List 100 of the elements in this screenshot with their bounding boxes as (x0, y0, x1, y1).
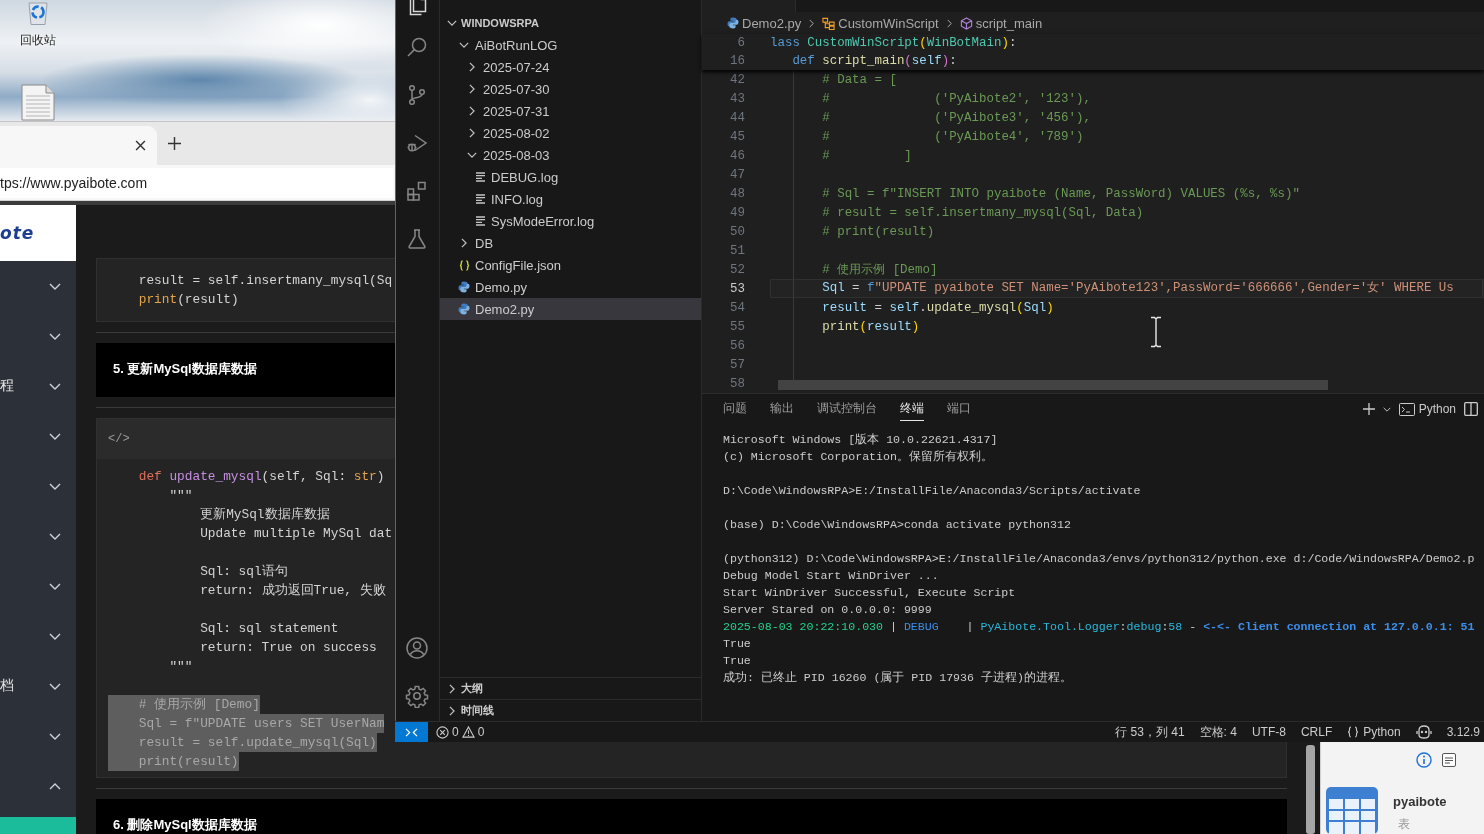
table-name[interactable]: pyaibote (1393, 794, 1447, 810)
code-line: print(result) (137, 291, 239, 309)
line-number: 51 (730, 243, 745, 258)
tree-item[interactable]: 2025-08-03 (440, 144, 701, 166)
chevron-down-icon[interactable] (49, 732, 61, 740)
tree-item[interactable]: Demo2.py (440, 298, 701, 320)
panel-tab[interactable]: 端口 (947, 397, 971, 421)
status-item[interactable]: 空格: 4 (1199, 723, 1237, 741)
flask-icon[interactable] (405, 227, 429, 251)
chevron-down-icon[interactable] (49, 582, 61, 590)
chevron-down-icon[interactable] (49, 332, 61, 340)
chevron-down-icon[interactable] (49, 532, 61, 540)
code-line: # result = self.insertmany_mysql(Sql, Data) (821, 205, 1144, 220)
panel-tab[interactable]: 终端 (900, 397, 924, 421)
python-icon (727, 17, 739, 29)
settings-icon[interactable] (405, 684, 429, 708)
panel-tab[interactable]: 输出 (770, 397, 794, 421)
close-icon[interactable] (135, 140, 146, 151)
terminal-line: Debug Model Start WinDriver ... (723, 568, 939, 584)
code-line: # ] (821, 148, 912, 163)
account-icon[interactable] (405, 636, 429, 660)
scrollbar-thumb[interactable] (1305, 745, 1315, 834)
tree-item[interactable]: 2025-08-02 (440, 122, 701, 144)
status-item[interactable]: CRLF (1300, 725, 1333, 739)
braces-icon (1347, 726, 1360, 738)
panel-tab[interactable]: 调试控制台 (817, 397, 877, 421)
extensions-icon[interactable] (405, 179, 429, 203)
split-panel-icon[interactable] (1464, 402, 1478, 416)
terminal-line: 成功: 已终止 PID 16260 (属于 PID 17936 子进程)的进程。 (723, 670, 1072, 686)
plus-icon[interactable] (168, 137, 181, 150)
chevron-down-icon[interactable] (1382, 406, 1391, 412)
lines-icon (475, 172, 485, 182)
status-item[interactable]: UTF-8 (1251, 725, 1286, 739)
nav-item[interactable]: 程 (0, 361, 76, 411)
warning-icon (461, 726, 475, 738)
class-symbol-icon (822, 16, 836, 30)
line-number: 46 (730, 148, 745, 163)
remote-button[interactable] (395, 722, 428, 742)
terminal-line: (c) Microsoft Corporation。保留所有权利。 (723, 449, 993, 465)
tree-item[interactable]: 2025-07-24 (440, 56, 701, 78)
chevron-right-icon (809, 18, 815, 28)
chevron-down-icon[interactable] (49, 432, 61, 440)
code-line: print(result) (821, 319, 920, 334)
status-item[interactable]: 3.12.9 (1446, 725, 1480, 739)
code-line: # Sql = f"INSERT INTO pyaibote (Name, PassWord) VALUES (%s, %s)" (821, 186, 1300, 201)
scrollbar-thumb[interactable] (778, 380, 1328, 390)
chevron-right-icon (946, 18, 952, 28)
breadcrumb-item[interactable]: Demo2.py (727, 15, 802, 31)
nav-item[interactable]: 档 (0, 661, 76, 711)
tree-item[interactable]: 2025-07-31 (440, 100, 701, 122)
tree-item[interactable]: INFO.log (440, 188, 701, 210)
explorer-root-header[interactable]: WINDOWSRPA (440, 12, 701, 34)
status-item[interactable]: 行 53，列 41 (1115, 723, 1185, 741)
language-mode[interactable]: Python (1347, 725, 1401, 739)
terminal-line: True (723, 636, 751, 652)
breadcrumb-item[interactable]: CustomWinScript (822, 15, 939, 31)
terminal-icon (1398, 402, 1415, 416)
code-line: # ('PyAibote3', '456'), (821, 110, 1091, 125)
chevron-down-icon[interactable] (49, 282, 61, 290)
chevron-up-icon[interactable] (49, 782, 61, 790)
line-number: 16 (730, 54, 745, 68)
tree-item[interactable]: AiBotRunLOG (440, 34, 701, 56)
info-icon[interactable] (1416, 752, 1432, 768)
python-icon (458, 303, 470, 315)
line-number: 48 (730, 186, 745, 201)
tree-item[interactable]: DEBUG.log (440, 166, 701, 188)
problems-button[interactable]: 0 0 (436, 725, 485, 739)
terminal-profile[interactable]: Python (1398, 402, 1456, 416)
tree-item[interactable]: 2025-07-30 (440, 78, 701, 100)
chevron-down-icon[interactable] (49, 632, 61, 640)
section-heading: 6. 删除MySql数据库数据 (113, 816, 257, 834)
terminal-line: Start WinDriver Successful, Execute Script (723, 585, 1016, 601)
tree-item[interactable]: SysModeError.log (440, 210, 701, 232)
table-icon[interactable] (1326, 787, 1378, 834)
section-header[interactable]: 大纲 (440, 677, 701, 699)
line-number: 43 (730, 91, 745, 106)
code-line: # 使用示例 [Demo] (821, 262, 938, 278)
search-icon[interactable] (405, 35, 429, 59)
code-language-label: </> (108, 432, 130, 446)
terminal-line: Microsoft Windows [版本 10.0.22621.4317] (723, 432, 998, 448)
line-number: 54 (730, 300, 745, 315)
document-icon[interactable] (1442, 753, 1456, 767)
code-line: # Data = [ (821, 72, 897, 87)
code-line: Update multiple MySql dat (199, 525, 393, 543)
line-number: 55 (730, 319, 745, 334)
tree-item[interactable]: Demo.py (440, 276, 701, 298)
tree-item[interactable]: DB (440, 232, 701, 254)
desktop-icon-label[interactable]: 回收站 (20, 33, 56, 47)
section-header[interactable]: 时间线 (440, 699, 701, 721)
section-heading: 5. 更新MySql数据库数据 (113, 360, 257, 378)
line-number: 45 (730, 129, 745, 144)
breadcrumb-item[interactable]: script_main (959, 15, 1043, 31)
tree-item[interactable]: ConfigFile.json (440, 254, 701, 276)
code-line: result = self.insertmany_mysql(Sq (137, 272, 393, 290)
panel-tab[interactable]: 问题 (723, 397, 747, 421)
robot-icon[interactable] (1415, 725, 1432, 739)
chevron-down-icon[interactable] (49, 482, 61, 490)
line-number: 6 (737, 36, 745, 50)
code-line: def script_main(self): (791, 54, 957, 68)
address-field[interactable]: tps://www.pyaibote.com (0, 167, 393, 198)
